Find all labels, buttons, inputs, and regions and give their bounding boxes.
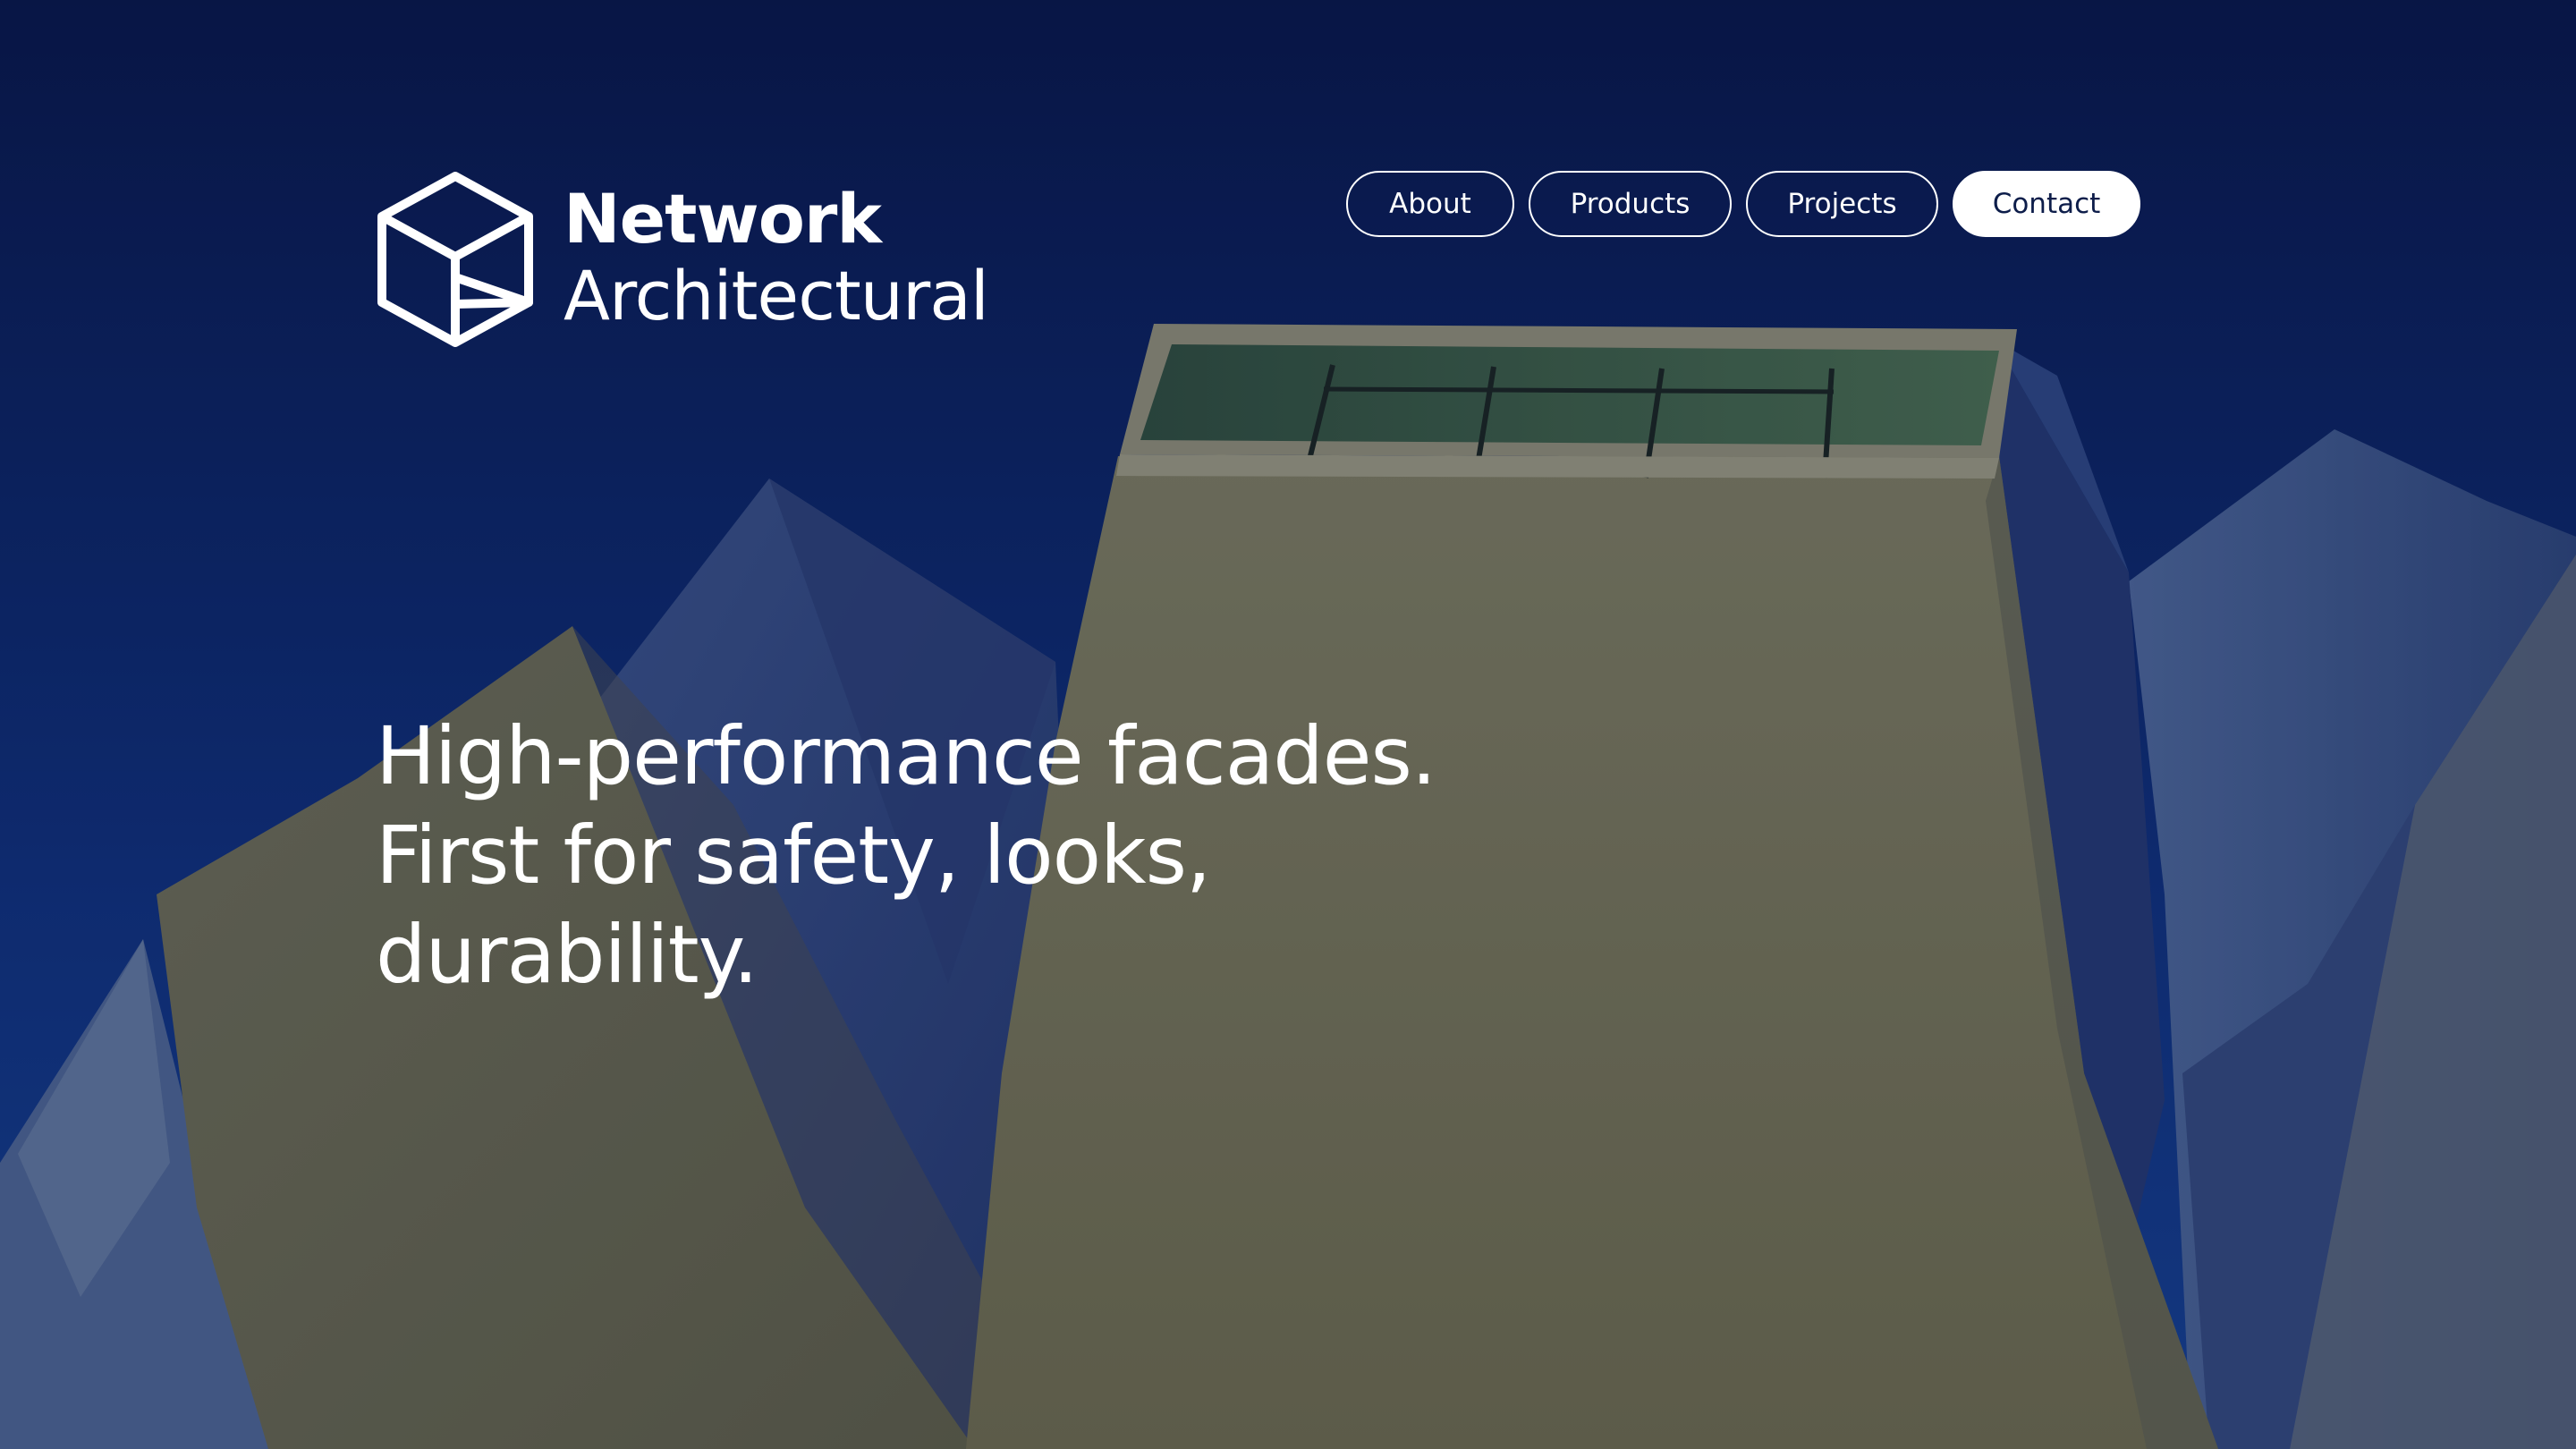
nav-products-button[interactable]: Products xyxy=(1529,171,1732,237)
hero-section: Network Architectural About Products Pro… xyxy=(0,0,2576,1449)
headline-line-3: durability. xyxy=(376,908,758,1001)
nav-about-button[interactable]: About xyxy=(1346,171,1514,237)
headline-line-1: High-performance facades. xyxy=(376,709,1436,802)
brand-name-line1: Network xyxy=(564,179,882,258)
brand-wordmark: Network Architectural xyxy=(564,179,989,335)
hexagon-cube-icon xyxy=(377,172,533,347)
brand-logo[interactable]: Network Architectural xyxy=(376,170,989,349)
nav-projects-button[interactable]: Projects xyxy=(1746,171,1938,237)
headline-line-2: First for safety, looks, xyxy=(376,809,1211,902)
brand-name-line2: Architectural xyxy=(564,256,989,335)
hero-headline: High-performance facades. First for safe… xyxy=(376,707,1538,1004)
nav-contact-button[interactable]: Contact xyxy=(1953,171,2140,237)
main-nav: About Products Projects Contact xyxy=(1346,171,2140,237)
